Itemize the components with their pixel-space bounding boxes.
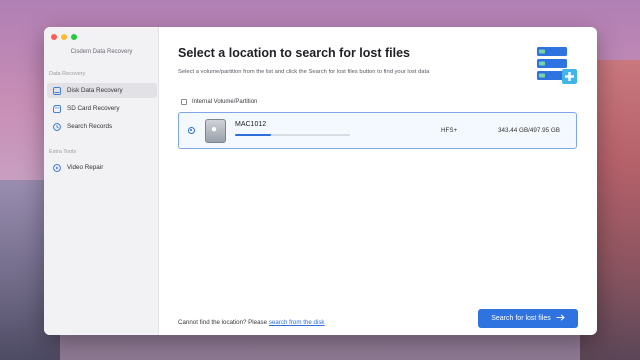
page-subtitle: Select a volume/partition from the list … bbox=[178, 69, 430, 75]
sd-card-icon bbox=[53, 104, 61, 113]
server-illustration-icon bbox=[537, 47, 577, 84]
volume-section-header: Internal Volume/Partition bbox=[181, 99, 257, 105]
arrow-right-icon bbox=[556, 314, 565, 323]
section-label-extra-tools: Extra Tools bbox=[49, 149, 77, 155]
app-window: Cisdem Data Recovery Data Recovery Disk … bbox=[44, 27, 597, 335]
volume-section-label: Internal Volume/Partition bbox=[192, 99, 258, 105]
sidebar-item-search-records[interactable]: Search Records bbox=[47, 119, 157, 134]
volume-radio[interactable] bbox=[188, 127, 195, 134]
page-title: Select a location to search for lost fil… bbox=[178, 46, 411, 60]
sidebar-item-label: Video Repair bbox=[67, 164, 104, 171]
sidebar-item-sd-card-recovery[interactable]: SD Card Recovery bbox=[47, 101, 157, 116]
volume-row-mac1012[interactable]: ● MAC1012 HFS+ 343.44 GB/497.95 GB bbox=[178, 112, 577, 149]
volume-usage-bar bbox=[235, 134, 350, 136]
close-window-button[interactable] bbox=[51, 34, 57, 40]
window-controls bbox=[51, 34, 77, 40]
sidebar-item-label: Disk Data Recovery bbox=[67, 87, 123, 94]
sidebar: Cisdem Data Recovery Data Recovery Disk … bbox=[44, 27, 159, 335]
volume-usage-fill bbox=[235, 134, 271, 136]
footer-hint: Cannot find the location? Please search … bbox=[178, 319, 325, 326]
hard-drive-icon: ● bbox=[205, 119, 226, 143]
sidebar-item-disk-data-recovery[interactable]: Disk Data Recovery bbox=[47, 83, 157, 98]
zoom-window-button[interactable] bbox=[71, 34, 77, 40]
volume-filesystem: HFS+ bbox=[441, 127, 458, 134]
disk-icon bbox=[53, 86, 61, 95]
sidebar-item-label: Search Records bbox=[67, 123, 113, 130]
app-title: Cisdem Data Recovery bbox=[70, 49, 133, 55]
sidebar-item-video-repair[interactable]: Video Repair bbox=[47, 160, 157, 175]
select-all-volumes-checkbox[interactable] bbox=[181, 99, 187, 105]
section-label-data-recovery: Data Recovery bbox=[49, 71, 86, 77]
minimize-window-button[interactable] bbox=[61, 34, 67, 40]
sidebar-item-label: SD Card Recovery bbox=[67, 105, 120, 112]
footer-hint-text: Cannot find the location? Please bbox=[178, 319, 269, 326]
volume-name: MAC1012 bbox=[235, 121, 267, 128]
records-icon bbox=[53, 122, 61, 131]
search-for-lost-files-button[interactable]: Search for lost files bbox=[478, 309, 578, 328]
search-from-disk-link[interactable]: search from the disk bbox=[269, 319, 325, 326]
video-repair-icon bbox=[53, 163, 61, 172]
volume-size: 343.44 GB/497.95 GB bbox=[498, 127, 560, 134]
search-button-label: Search for lost files bbox=[491, 315, 551, 322]
main-content: Select a location to search for lost fil… bbox=[159, 27, 597, 335]
